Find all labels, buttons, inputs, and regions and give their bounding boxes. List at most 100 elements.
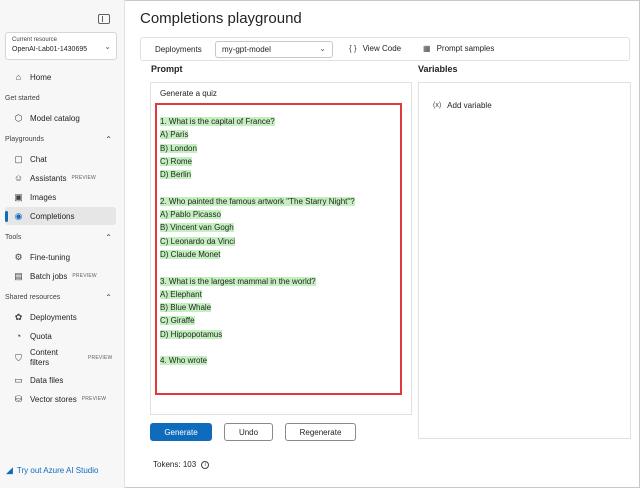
sidebar-item-fine-tuning[interactable]: ⚙ Fine-tuning — [5, 248, 116, 266]
page-title: Completions playground — [140, 10, 302, 27]
resource-selector[interactable]: Current resource OpenAI-Lab01-1430695 ⌄ — [5, 32, 117, 60]
try-link-label: Try out Azure AI Studio — [16, 466, 99, 475]
resource-label: Current resource — [12, 37, 58, 43]
sidebar-item-label: Vector stores — [30, 394, 77, 404]
sidebar-item-label: Completions — [30, 211, 75, 221]
sidebar-item-vector-stores[interactable]: ⛁ Vector stores PREVIEW — [5, 390, 116, 408]
completion-line: D) Claude Monet — [160, 248, 398, 261]
completion-line: 2. Who painted the famous artwork "The S… — [160, 195, 398, 208]
completion-line-text: C) Rome — [160, 156, 193, 166]
sidebar-item-label: Images — [30, 192, 57, 202]
prompt-samples-button[interactable]: ▦ Prompt samples — [423, 44, 494, 53]
completion-line-text: B) Blue Whale — [160, 303, 212, 313]
completion-line — [160, 341, 398, 354]
completion-line: B) Vincent van Gogh — [160, 221, 398, 234]
regenerate-button[interactable]: Regenerate — [285, 423, 356, 441]
section-tools[interactable]: Tools ⌃ — [5, 233, 116, 242]
completion-line-text: D) Berlin — [160, 170, 192, 180]
completion-line-text: 1. What is the capital of France? — [160, 117, 275, 126]
add-variable-label: Add variable — [447, 101, 492, 110]
view-code-label: View Code — [362, 44, 402, 53]
ai-studio-icon: ◢ — [6, 465, 13, 475]
tokens-label: Tokens: — [153, 460, 181, 469]
prompt-intro-text: Generate a quiz — [160, 89, 217, 98]
cube-icon: ⬡ — [14, 112, 23, 123]
completion-line-text: 4. Who wrote — [160, 356, 208, 366]
shield-icon: ⛉ — [15, 352, 22, 363]
preview-badge: PREVIEW — [88, 355, 113, 361]
section-playgrounds[interactable]: Playgrounds ⌃ — [5, 135, 116, 144]
prompt-heading: Prompt — [151, 64, 183, 74]
sidebar-item-data-files[interactable]: ▭ Data files — [5, 371, 116, 389]
completion-line: A) Elephant — [160, 288, 398, 301]
completion-line-text: 2. Who painted the famous artwork "The S… — [160, 196, 355, 206]
chevron-down-icon: ⌄ — [319, 44, 326, 53]
sidebar-item-label: Deployments — [30, 312, 77, 322]
sidebar-item-label: Data files — [30, 375, 64, 385]
completion-line-text: D) Hippopotamus — [160, 329, 223, 339]
sidebar-item-model-catalog[interactable]: ⬡ Model catalog — [5, 109, 116, 127]
tokens-counter: Tokens: 103 i — [153, 460, 210, 469]
completion-line: D) Berlin — [160, 168, 398, 181]
tuning-icon: ⚙ — [14, 251, 23, 262]
completion-line: A) Pablo Picasso — [160, 208, 398, 221]
preview-badge: PREVIEW — [71, 175, 96, 181]
completion-line: 4. Who wrote — [160, 354, 398, 367]
code-icon: { } — [349, 44, 357, 53]
completion-line: 3. What is the largest mammal in the wor… — [160, 275, 398, 288]
sidebar: Current resource OpenAI-Lab01-1430695 ⌄ … — [0, 0, 125, 488]
section-label: Get started — [5, 95, 40, 102]
variable-icon: (x) — [433, 102, 442, 109]
try-azure-ai-studio-link[interactable]: ◢ Try out Azure AI Studio — [6, 465, 98, 476]
sidebar-item-completions[interactable]: ◉ Completions — [5, 207, 116, 225]
sidebar-item-assistants[interactable]: ☺ Assistants PREVIEW — [5, 169, 116, 187]
deployments-label: Deployments — [155, 45, 202, 54]
completion-line: C) Rome — [160, 155, 398, 168]
completion-output[interactable]: 1. What is the capital of France? A) Pari… — [160, 115, 398, 368]
variables-heading: Variables — [418, 64, 458, 74]
completion-line-text: A) Pablo Picasso — [160, 210, 221, 220]
deployment-select[interactable]: my-gpt-model ⌄ — [215, 41, 333, 58]
chevron-up-icon: ⌃ — [105, 233, 112, 242]
sidebar-item-images[interactable]: ▣ Images — [5, 188, 116, 206]
database-icon: ⛁ — [14, 393, 23, 404]
section-label: Shared resources — [5, 294, 61, 301]
sidebar-item-quota[interactable]: ◔ Quota — [5, 327, 116, 345]
view-code-button[interactable]: { } View Code — [349, 44, 401, 53]
preview-badge: PREVIEW — [72, 273, 97, 279]
variables-panel — [418, 82, 631, 439]
home-icon: ⌂ — [15, 72, 22, 82]
sidebar-item-batch-jobs[interactable]: ▤ Batch jobs PREVIEW — [5, 267, 116, 285]
deployments-icon: ✿ — [14, 311, 23, 322]
completion-line: B) London — [160, 142, 398, 155]
sidebar-item-label: Quota — [30, 331, 52, 341]
sidebar-item-label: Model catalog — [30, 113, 80, 123]
generate-button[interactable]: Generate — [150, 423, 212, 441]
assistant-icon: ☺ — [13, 173, 24, 183]
completion-line: C) Leonardo da Vinci — [160, 235, 398, 248]
chevron-up-icon: ⌃ — [105, 135, 112, 144]
info-icon[interactable]: i — [201, 460, 210, 469]
completion-line-text: D) Claude Monet — [160, 249, 221, 259]
resource-value: OpenAI-Lab01-1430695 — [12, 46, 88, 53]
grid-icon: ▦ — [423, 44, 431, 53]
chat-icon: ▢ — [14, 153, 23, 164]
completion-line: B) Blue Whale — [160, 301, 398, 314]
sidebar-item-home[interactable]: ⌂ Home — [5, 68, 116, 86]
section-shared-resources[interactable]: Shared resources ⌃ — [5, 293, 116, 302]
completion-line-text: C) Giraffe — [160, 316, 195, 326]
completion-line — [160, 181, 398, 194]
batch-icon: ▤ — [14, 270, 23, 281]
toolbar: Deployments my-gpt-model ⌄ { } View Code… — [140, 37, 630, 61]
chevron-down-icon: ⌄ — [104, 42, 111, 51]
completion-line: C) Giraffe — [160, 314, 398, 327]
collapse-sidebar-icon[interactable] — [98, 14, 110, 24]
sidebar-item-chat[interactable]: ▢ Chat — [5, 150, 116, 168]
file-icon: ▭ — [14, 374, 23, 385]
preview-badge: PREVIEW — [81, 396, 107, 402]
section-get-started: Get started — [5, 95, 116, 102]
sidebar-item-content-filters[interactable]: ⛉ Content filters PREVIEW — [5, 346, 116, 370]
add-variable-button[interactable]: (x) Add variable — [433, 101, 492, 110]
sidebar-item-deployments[interactable]: ✿ Deployments — [5, 308, 116, 326]
undo-button[interactable]: Undo — [224, 423, 273, 441]
